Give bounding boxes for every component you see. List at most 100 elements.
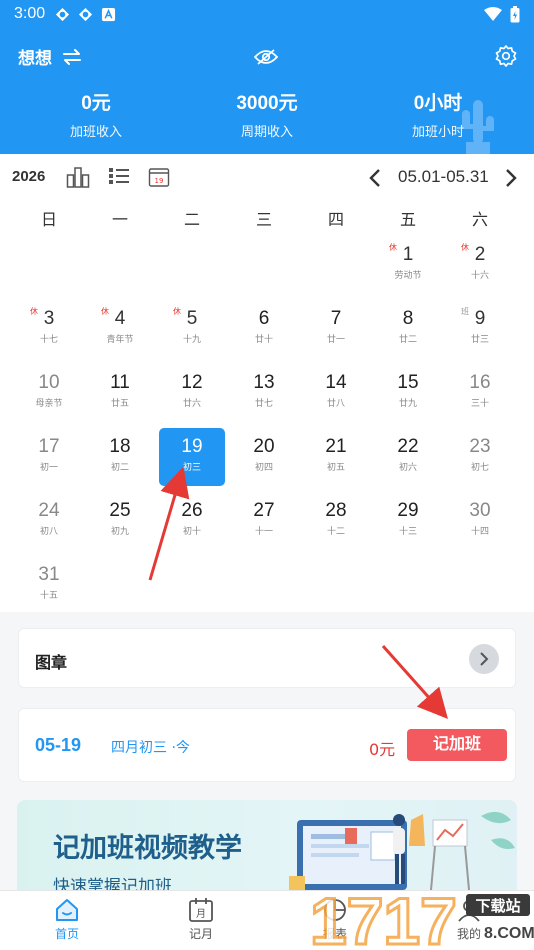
day-lunar-label: 廿九 [398,399,417,409]
calendar-day[interactable]: 6 廿十 [231,300,297,358]
calendar-toolbar: 2026 19 05.01-05.31 [0,154,534,200]
day-lunar-label: 初二 [110,463,129,473]
day-number: 31 [38,564,60,585]
calendar-day[interactable]: 14 廿八 [303,364,369,422]
calendar-day[interactable]: 17 初一 [16,428,82,486]
day-number: 26 [181,500,203,521]
seal-card[interactable]: 图章 [18,628,516,688]
day-number: 19 [181,436,203,457]
day-lunar-label: 三十 [470,399,489,409]
calendar-day[interactable]: 29 十三 [375,492,441,550]
calendar-day[interactable]: 27 十一 [231,492,297,550]
calendar-day[interactable]: 24 初八 [16,492,82,550]
seal-arrow-button[interactable] [469,644,499,674]
hide-amount-icon[interactable] [254,48,278,66]
day-lunar-label: 廿一 [326,335,345,345]
calendar-day[interactable]: 13 廿七 [231,364,297,422]
calendar-day[interactable]: 19 初三 [159,428,225,486]
stat-value: 3000元 [236,93,298,114]
weekday-header: 一 [111,210,128,229]
svg-text:月: 月 [196,908,206,920]
calendar-day[interactable]: 休 4 青年节 [87,300,153,358]
day-lunar-label: 初一 [39,463,58,473]
calendar-month-icon: 月 [189,898,213,922]
calendar-day[interactable]: 8 廿二 [375,300,441,358]
previous-month-icon[interactable] [368,168,382,188]
nav-month[interactable]: 月 记月 [156,895,246,942]
calendar-day[interactable]: 休 1 劳动节 [375,236,441,294]
calendar-day[interactable]: 休 3 十七 [16,300,82,358]
day-lunar-label: 初五 [326,463,345,473]
record-card: 05-19 四月初三 ·今 0元 记加班 [18,708,516,782]
day-lunar-label: 十二 [326,527,345,537]
day-number: 23 [469,436,491,457]
weekday-header: 五 [399,210,416,229]
holiday-badge: 休 [173,307,181,316]
calendar-day[interactable]: 31 十五 [16,556,82,614]
day-number: 11 [110,372,130,393]
day-number: 8 [402,308,414,329]
day-lunar-label: 十九 [182,335,201,345]
wifi-icon [484,7,502,21]
calendar-day[interactable]: 20 初四 [231,428,297,486]
nav-label: 首页 [54,927,79,941]
day-number: 28 [325,500,347,521]
day-number: 20 [253,436,275,457]
calendar-day[interactable]: 11 廿五 [87,364,153,422]
calendar-day[interactable]: 16 三十 [447,364,513,422]
calendar-day[interactable]: 23 初七 [447,428,513,486]
calendar-day[interactable]: 休 5 十九 [159,300,225,358]
calendar-day[interactable]: 25 初九 [87,492,153,550]
overtime-amount: 0元 [369,740,396,759]
selected-lunar-date: 四月初三 ·今 [111,740,190,756]
weekday-header: 六 [471,210,488,229]
day-lunar-label: 初三 [182,463,201,473]
day-lunar-label: 母亲节 [35,399,63,409]
holiday-badge: 休 [389,243,397,252]
calendar-day[interactable]: 7 廿一 [303,300,369,358]
watermark-number: 1717 [310,884,457,950]
team-icon[interactable] [66,166,90,188]
svg-text:19: 19 [155,177,164,185]
calendar-day[interactable]: 10 母亲节 [16,364,82,422]
settings-gear-icon[interactable] [494,44,518,68]
calendar-day[interactable]: 22 初六 [375,428,441,486]
day-lunar-label: 初十 [182,527,201,537]
day-lunar-label: 廿六 [182,399,201,409]
stat-label: 加班收入 [69,125,122,140]
calendar-day[interactable]: 18 初二 [87,428,153,486]
record-overtime-button[interactable]: 记加班 [407,729,507,761]
weekday-header: 三 [255,210,272,229]
stat-overtime-income: 0元 加班收入 [26,88,166,140]
stat-value: 0元 [81,93,111,114]
day-lunar-label: 廿二 [398,335,417,345]
list-view-icon[interactable] [108,166,130,186]
day-lunar-label: 十四 [470,527,489,537]
calendar-day[interactable]: 休 2 十六 [447,236,513,294]
summary-header: 想想 0元 加班收入 3000元 周期收入 0小时 加班小时 [0,28,534,154]
calendar-day[interactable]: 21 初五 [303,428,369,486]
weekday-header: 四 [327,210,344,229]
seal-label: 图章 [35,653,68,672]
next-month-icon[interactable] [504,168,518,188]
day-number: 16 [469,372,491,393]
nav-home[interactable]: 首页 [22,895,112,942]
date-range: 05.01-05.31 [398,167,489,186]
home-icon [56,899,78,921]
day-number: 13 [253,372,275,393]
notification-a-icon [102,7,116,21]
day-number: 5 [186,308,198,329]
holiday-badge: 休 [101,307,109,316]
day-lunar-label: 初九 [110,527,129,537]
user-switcher[interactable]: 想想 [18,44,82,69]
calendar-day[interactable]: 28 十二 [303,492,369,550]
status-bar: 3:00 [0,0,534,28]
calendar-day[interactable]: 30 十四 [447,492,513,550]
calendar-day[interactable]: 15 廿九 [375,364,441,422]
calendar-day[interactable]: 12 廿六 [159,364,225,422]
day-lunar-label: 十三 [398,527,417,537]
calendar-today-icon[interactable]: 19 [148,166,170,188]
calendar-day[interactable]: 班 9 廿三 [447,300,513,358]
day-number: 21 [325,436,347,457]
calendar-day[interactable]: 26 初十 [159,492,225,550]
